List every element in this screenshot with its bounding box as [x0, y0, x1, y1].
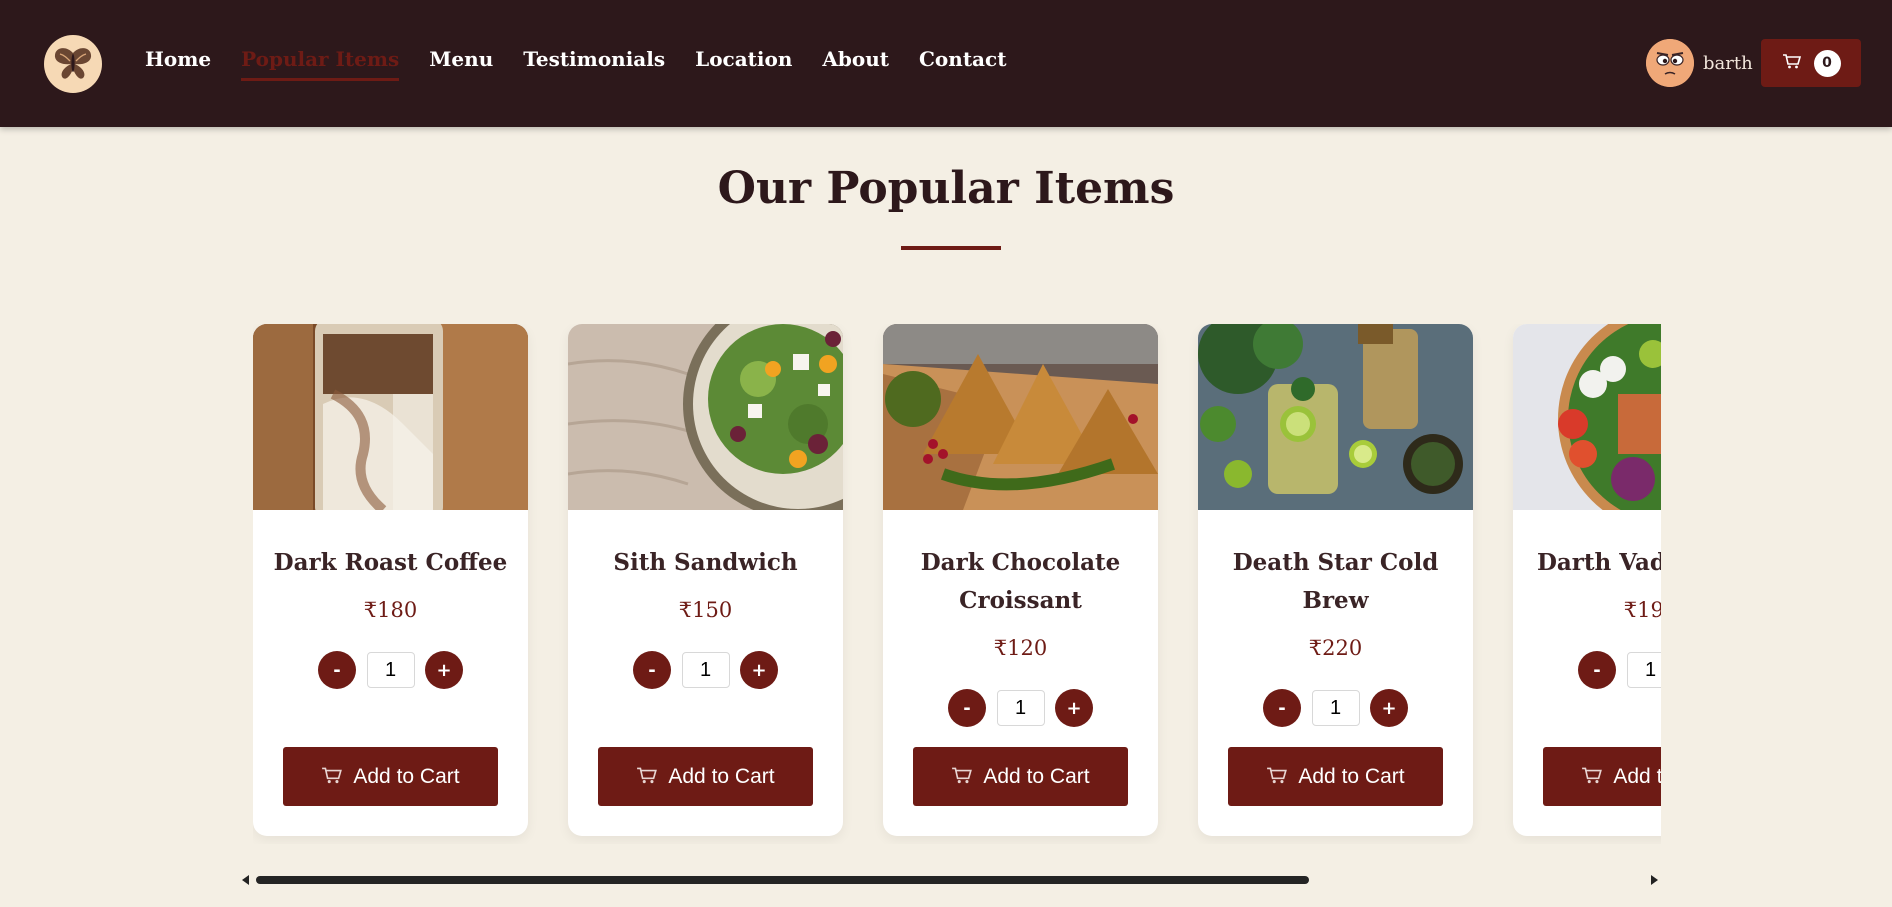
- nav-about-link[interactable]: About: [822, 47, 889, 81]
- quantity-input[interactable]: 1: [366, 652, 415, 688]
- decrease-qty-button[interactable]: -: [1578, 651, 1616, 689]
- nav-testimonials-link[interactable]: Testimonials: [523, 47, 665, 81]
- quantity-input[interactable]: 1: [1311, 690, 1360, 726]
- product-name: Darth Vader Bowl: [1536, 549, 1661, 576]
- nav-contact-link[interactable]: Contact: [919, 47, 1006, 81]
- scroll-left-arrow-icon[interactable]: [242, 875, 249, 885]
- product-price: ₹180: [363, 598, 418, 622]
- user-profile[interactable]: barth: [1646, 39, 1753, 87]
- decrease-qty-button[interactable]: -: [318, 651, 356, 689]
- increase-qty-button[interactable]: +: [1370, 689, 1408, 727]
- cart-icon: [1266, 766, 1288, 788]
- nav-menu-link[interactable]: Menu: [429, 47, 493, 81]
- cart-icon: [1782, 53, 1802, 73]
- add-to-cart-button[interactable]: Add to Cart: [1228, 747, 1443, 806]
- username: barth: [1703, 52, 1753, 74]
- quantity-stepper: - 1 +: [1263, 689, 1408, 727]
- product-name: Dark Roast Coffee: [273, 549, 508, 576]
- cold-brew-mojito-image: [1198, 324, 1473, 510]
- decrease-qty-button[interactable]: -: [1263, 689, 1301, 727]
- iced-coffee-image: [253, 324, 528, 510]
- product-card: Dark Chocolate Croissant ₹120 - 1 + Add …: [883, 324, 1158, 836]
- product-price: ₹120: [993, 636, 1048, 660]
- quantity-input[interactable]: 1: [1626, 652, 1661, 688]
- cart-button[interactable]: 0: [1761, 39, 1861, 87]
- product-price: ₹220: [1308, 636, 1363, 660]
- nav-location-link[interactable]: Location: [695, 47, 792, 81]
- add-to-cart-label: Add to Cart: [353, 764, 460, 788]
- bowl-image: [1513, 324, 1661, 510]
- product-name: Sith Sandwich: [613, 549, 798, 576]
- increase-qty-button[interactable]: +: [740, 651, 778, 689]
- nav-home-link[interactable]: Home: [145, 47, 211, 81]
- scroll-right-arrow-icon[interactable]: [1651, 875, 1658, 885]
- quantity-stepper: - 1 +: [633, 651, 778, 689]
- add-to-cart-button[interactable]: Add to Cart: [1543, 747, 1661, 806]
- add-to-cart-button[interactable]: Add to Cart: [913, 747, 1128, 806]
- section-title: Our Popular Items: [717, 163, 1175, 214]
- nav-popular-items-link[interactable]: Popular Items: [241, 47, 400, 81]
- cart-icon: [321, 766, 343, 788]
- product-price: ₹150: [678, 598, 733, 622]
- add-to-cart-button[interactable]: Add to Cart: [283, 747, 498, 806]
- quantity-input[interactable]: 1: [681, 652, 730, 688]
- product-card: Dark Roast Coffee ₹180 - 1 + Add to Cart: [253, 324, 528, 836]
- add-to-cart-label: Add to Cart: [1298, 764, 1405, 788]
- product-name: Death Star Cold Brew: [1232, 549, 1439, 614]
- cart-count-badge: 0: [1813, 49, 1841, 77]
- salad-image: [568, 324, 843, 510]
- top-navbar: Home Popular Items Menu Testimonials Loc…: [0, 0, 1892, 127]
- add-to-cart-label: Add to Cart: [668, 764, 775, 788]
- product-name: Dark Chocolate Croissant: [920, 549, 1121, 614]
- butterfly-logo-icon[interactable]: [44, 35, 102, 93]
- main-nav: Home Popular Items Menu Testimonials Loc…: [145, 47, 1036, 81]
- horizontal-scrollbar-thumb[interactable]: [256, 876, 1309, 884]
- title-divider: [901, 246, 1001, 250]
- quantity-stepper: - 1 +: [1578, 651, 1661, 689]
- cart-icon: [951, 766, 973, 788]
- cart-icon: [636, 766, 658, 788]
- add-to-cart-label: Add to Cart: [1613, 764, 1661, 788]
- product-card: Death Star Cold Brew ₹220 - 1 + Add to C…: [1198, 324, 1473, 836]
- cart-icon: [1581, 766, 1603, 788]
- decrease-qty-button[interactable]: -: [948, 689, 986, 727]
- products-carousel[interactable]: Dark Roast Coffee ₹180 - 1 + Add to Cart: [253, 324, 1661, 844]
- quantity-stepper: - 1 +: [948, 689, 1093, 727]
- add-to-cart-label: Add to Cart: [983, 764, 1090, 788]
- product-card: Darth Vader Bowl ₹190 - 1 + Add to Cart: [1513, 324, 1661, 836]
- quantity-input[interactable]: 1: [996, 690, 1045, 726]
- quantity-stepper: - 1 +: [318, 651, 463, 689]
- product-price: ₹190: [1623, 598, 1661, 622]
- increase-qty-button[interactable]: +: [1055, 689, 1093, 727]
- avatar[interactable]: [1646, 39, 1694, 87]
- add-to-cart-button[interactable]: Add to Cart: [598, 747, 813, 806]
- samosa-image: [883, 324, 1158, 510]
- increase-qty-button[interactable]: +: [425, 651, 463, 689]
- decrease-qty-button[interactable]: -: [633, 651, 671, 689]
- product-card: Sith Sandwich ₹150 - 1 + Add to Cart: [568, 324, 843, 836]
